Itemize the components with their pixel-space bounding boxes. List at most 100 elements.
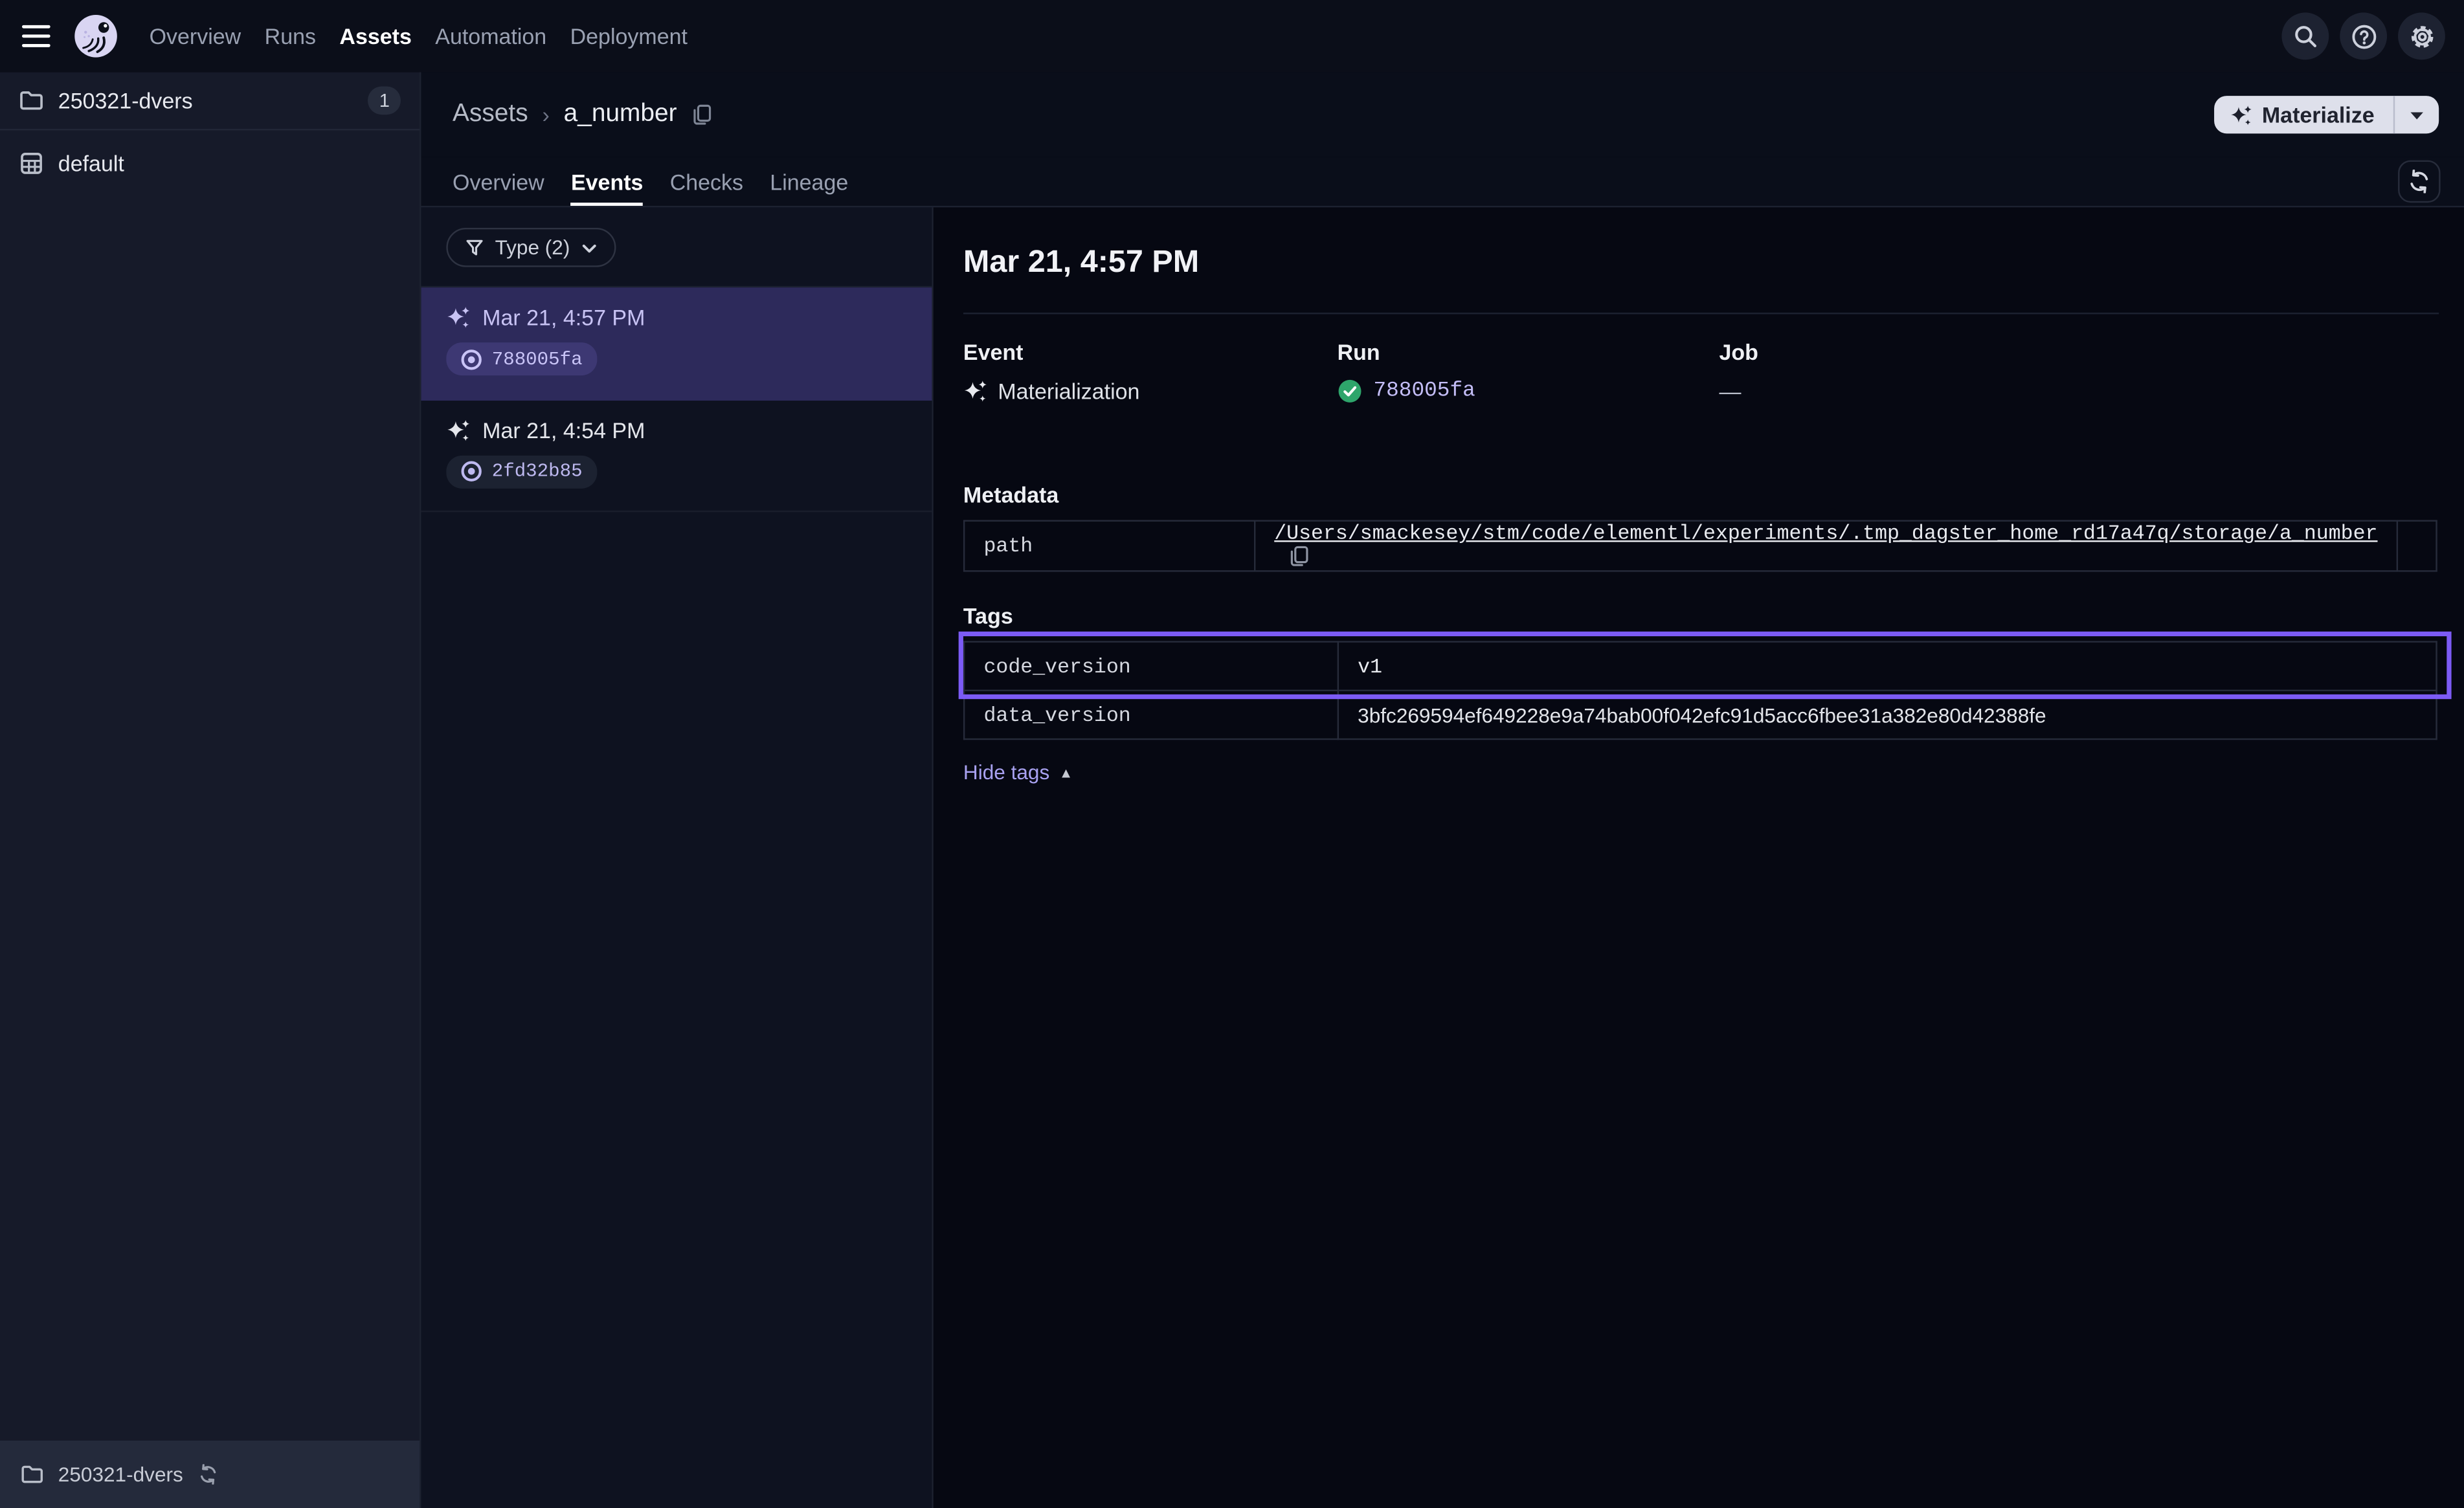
sparkles-icon — [2230, 104, 2252, 125]
tag-value: v1 — [1338, 642, 2437, 691]
sidebar-footer-code-location[interactable]: 250321-dvers — [0, 1441, 420, 1508]
dagster-logo[interactable] — [71, 11, 121, 61]
event-detail-panel: Mar 21, 4:57 PM Event Materialization Ru… — [934, 207, 2464, 1508]
breadcrumb: Assets › a_number — [453, 100, 713, 129]
tag-row-data-version: data_version 3bfc269594ef649228e9a74bab0… — [964, 691, 2436, 739]
sidebar-group-count-badge: 1 — [368, 87, 401, 115]
job-empty-value: — — [1719, 379, 1741, 404]
run-success-check-icon — [1338, 379, 1363, 404]
nav-item-deployment[interactable]: Deployment — [570, 23, 688, 49]
event-item-run-badge[interactable]: 788005fa — [446, 342, 596, 375]
metadata-row-path: path /Users/smackesey/stm/code/elementl/… — [964, 521, 2436, 571]
sidebar-item-default[interactable]: default — [0, 130, 420, 196]
metadata-path-link[interactable]: /Users/smackesey/stm/code/elementl/exper… — [1274, 522, 2377, 545]
event-item-run-id: 788005fa — [492, 348, 583, 370]
asset-header: Assets › a_number Materialize — [421, 72, 2464, 157]
copy-icon[interactable] — [1288, 545, 1310, 567]
nav-item-assets[interactable]: Assets — [339, 23, 411, 49]
tag-row-code-version: code_version v1 — [964, 642, 2436, 691]
event-item-time: Mar 21, 4:57 PM — [446, 305, 906, 330]
metadata-action-cell — [2397, 521, 2437, 571]
triangle-up-icon: ▲ — [1059, 764, 1073, 780]
materialization-sparkle-icon — [963, 380, 987, 402]
hamburger-menu-icon[interactable] — [22, 25, 50, 47]
run-status-icon — [460, 460, 482, 482]
refresh-icon — [2408, 170, 2431, 193]
refresh-button[interactable] — [2398, 161, 2441, 203]
events-list-panel: Type (2) Mar 21, 4:57 PM 788005fa — [421, 207, 934, 1508]
breadcrumb-assets-link[interactable]: Assets — [453, 100, 528, 129]
search-icon — [2292, 23, 2318, 49]
event-column-value: Materialization — [963, 379, 1338, 404]
tag-key: code_version — [964, 642, 1338, 691]
nav-item-runs[interactable]: Runs — [265, 23, 316, 49]
folder-icon — [19, 88, 44, 113]
event-item-run-id: 2fd32b85 — [492, 460, 583, 482]
topbar-icon-buttons — [2281, 12, 2445, 60]
event-type-label: Materialization — [998, 379, 1139, 404]
sidebar-default-label: default — [58, 151, 124, 176]
copy-icon[interactable] — [691, 104, 713, 126]
event-item-time-label: Mar 21, 4:54 PM — [482, 417, 645, 442]
materialize-dropdown-button[interactable] — [2395, 109, 2439, 120]
tab-overview[interactable]: Overview — [453, 157, 544, 206]
event-detail-title: Mar 21, 4:57 PM — [963, 245, 2439, 282]
tab-checks[interactable]: Checks — [670, 157, 743, 206]
event-item-time-label: Mar 21, 4:57 PM — [482, 305, 645, 330]
reload-icon[interactable] — [197, 1464, 218, 1485]
materialization-sparkle-icon — [446, 306, 469, 328]
event-summary-columns: Event Materialization Run 788005fa — [963, 339, 2439, 404]
run-id-link[interactable]: 788005fa — [1373, 379, 1475, 403]
materialize-split-button: Materialize — [2215, 96, 2439, 133]
sidebar-item-group-250321-dvers[interactable]: 250321-dvers 1 — [0, 72, 420, 131]
tab-events[interactable]: Events — [571, 157, 643, 206]
nav-item-overview[interactable]: Overview — [150, 23, 241, 49]
tags-table-wrap: code_version v1 data_version 3bfc269594e… — [963, 641, 2437, 740]
run-column-label: Run — [1338, 339, 1719, 364]
breadcrumb-asset-name: a_number — [564, 100, 677, 129]
type-filter-button[interactable]: Type (2) — [446, 228, 615, 267]
asset-groups-sidebar: 250321-dvers 1 default 250321-dvers — [0, 72, 421, 1508]
gear-icon — [2408, 23, 2435, 49]
metadata-table: path /Users/smackesey/stm/code/elementl/… — [963, 520, 2437, 571]
materialize-button[interactable]: Materialize — [2215, 102, 2393, 128]
top-navigation-bar: Overview Runs Assets Automation Deployme… — [0, 0, 2464, 72]
materialize-label: Materialize — [2262, 102, 2375, 128]
tags-table: code_version v1 data_version 3bfc269594e… — [963, 641, 2437, 740]
job-column-label: Job — [1719, 339, 1758, 364]
tag-value: 3bfc269594ef649228e9a74bab00f042efc91d5a… — [1338, 691, 2437, 739]
run-status-icon — [460, 348, 482, 370]
grid-icon — [19, 151, 44, 176]
folder-icon — [21, 1463, 44, 1486]
tab-lineage[interactable]: Lineage — [770, 157, 848, 206]
divider — [963, 313, 2439, 314]
materialization-sparkle-icon — [446, 419, 469, 441]
metadata-key: path — [964, 521, 1255, 571]
event-list-item[interactable]: Mar 21, 4:54 PM 2fd32b85 — [421, 400, 932, 513]
breadcrumb-separator: › — [542, 102, 549, 128]
event-column-label: Event — [963, 339, 1338, 364]
event-list-item-selected[interactable]: Mar 21, 4:57 PM 788005fa — [421, 287, 932, 400]
nav-item-automation[interactable]: Automation — [435, 23, 546, 49]
event-item-run-badge[interactable]: 2fd32b85 — [446, 455, 596, 488]
events-filter-row: Type (2) — [421, 207, 932, 287]
sidebar-footer-label: 250321-dvers — [58, 1463, 183, 1486]
chevron-down-icon — [581, 241, 596, 254]
primary-nav: Overview Runs Assets Automation Deployme… — [150, 23, 688, 49]
hide-tags-label: Hide tags — [963, 760, 1049, 784]
event-item-time: Mar 21, 4:54 PM — [446, 417, 906, 442]
metadata-section-title: Metadata — [963, 482, 2439, 507]
settings-button[interactable] — [2398, 12, 2445, 60]
type-filter-label: Type (2) — [495, 236, 570, 259]
caret-down-icon — [2409, 109, 2425, 120]
asset-tabs: Overview Events Checks Lineage — [421, 157, 2464, 208]
hide-tags-link[interactable]: Hide tags ▲ — [963, 760, 1073, 784]
sidebar-group-label: 250321-dvers — [58, 88, 193, 113]
help-button[interactable] — [2340, 12, 2387, 60]
help-icon — [2350, 23, 2377, 49]
search-button[interactable] — [2281, 12, 2329, 60]
app-window: Overview Runs Assets Automation Deployme… — [0, 0, 2464, 1508]
filter-funnel-icon — [465, 238, 484, 257]
tags-section-title: Tags — [963, 603, 2439, 628]
tag-key: data_version — [964, 691, 1338, 739]
